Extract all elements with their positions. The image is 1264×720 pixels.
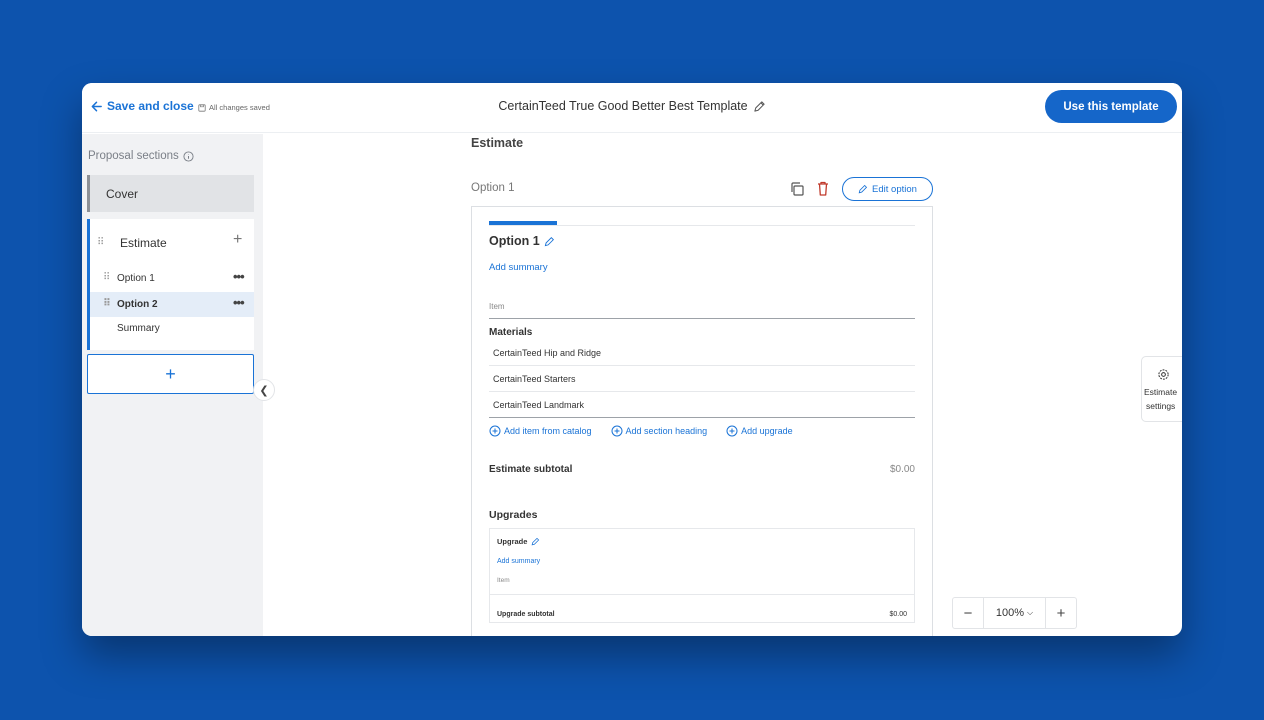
item-column-header: Item bbox=[489, 302, 505, 311]
drag-handle-icon[interactable]: ⠿ bbox=[103, 272, 110, 283]
option-title: Option 1 bbox=[489, 234, 555, 248]
add-section-heading-button[interactable]: Add section heading bbox=[611, 425, 708, 437]
upgrade-subtotal-value: $0.00 bbox=[889, 611, 907, 618]
edit-option-label: Edit option bbox=[872, 183, 917, 195]
summary-label: Summary bbox=[117, 323, 160, 334]
trash-icon[interactable] bbox=[815, 180, 831, 197]
add-summary-link[interactable]: Add summary bbox=[489, 262, 548, 273]
upgrade-title: Upgrade bbox=[497, 537, 540, 546]
more-options-icon[interactable]: ••• bbox=[233, 269, 245, 284]
material-name: CertainTeed Hip and Ridge bbox=[493, 348, 602, 358]
upgrade-item-header: Item bbox=[497, 577, 510, 584]
option-card: Option 1 Add summary Item Materials Cert… bbox=[471, 206, 933, 636]
upgrade-card: Upgrade Add summary Item Upgrade subtota… bbox=[489, 528, 915, 623]
upgrade-title-text: Upgrade bbox=[497, 537, 528, 546]
sidebar-title: Proposal sections bbox=[88, 150, 194, 162]
drag-handle-icon[interactable]: ⠿ bbox=[97, 237, 104, 248]
proposal-sections-sidebar: Proposal sections Cover ⠿ Estimate + ⠿ O… bbox=[82, 134, 263, 636]
plus-icon: + bbox=[165, 363, 176, 384]
zoom-in-button[interactable]: + bbox=[1046, 598, 1076, 628]
add-upgrade-button[interactable]: Add upgrade bbox=[726, 425, 793, 437]
plus-circle-icon bbox=[489, 425, 501, 437]
estimate-settings-label: Estimate settings bbox=[1144, 385, 1177, 413]
option-label: Option 1 bbox=[471, 182, 515, 194]
upgrades-heading: Upgrades bbox=[489, 509, 538, 521]
divider bbox=[490, 594, 914, 595]
add-section-button[interactable]: + bbox=[87, 354, 254, 394]
sidebar-title-text: Proposal sections bbox=[88, 150, 179, 162]
add-option-icon[interactable]: + bbox=[233, 231, 242, 249]
option-1-label: Option 1 bbox=[117, 273, 155, 284]
gear-icon bbox=[1158, 369, 1169, 380]
sidebar-section-estimate: ⠿ Estimate + ⠿ Option 1 ••• ⠿ Option 2 •… bbox=[87, 219, 254, 350]
top-bar: Save and close All changes saved Certain… bbox=[82, 83, 1182, 133]
estimate-subtotal-label: Estimate subtotal bbox=[489, 464, 573, 475]
divider bbox=[489, 225, 915, 226]
pencil-icon[interactable] bbox=[531, 537, 540, 546]
zoom-control: − 100% ⌵ + bbox=[952, 597, 1077, 629]
option-2-label: Option 2 bbox=[117, 299, 158, 310]
pencil-icon[interactable] bbox=[753, 100, 766, 113]
material-name: CertainTeed Landmark bbox=[493, 400, 585, 410]
zoom-level-value: 100% bbox=[995, 607, 1025, 619]
material-row[interactable]: CertainTeed Starters bbox=[489, 366, 915, 392]
chevron-down-icon: ⌵ bbox=[1027, 608, 1034, 617]
card-actions: Add item from catalog Add section headin… bbox=[489, 425, 793, 437]
plus-circle-icon bbox=[726, 425, 738, 437]
add-item-from-catalog-button[interactable]: Add item from catalog bbox=[489, 425, 592, 437]
info-icon[interactable] bbox=[183, 150, 194, 162]
zoom-level-select[interactable]: 100% ⌵ bbox=[983, 598, 1046, 628]
pencil-icon[interactable] bbox=[544, 236, 555, 247]
material-name: CertainTeed Starters bbox=[493, 374, 576, 384]
upgrade-subtotal-label: Upgrade subtotal bbox=[497, 611, 555, 618]
pencil-icon bbox=[858, 184, 868, 194]
zoom-out-button[interactable]: − bbox=[953, 598, 983, 628]
chevron-left-icon: ❮ bbox=[259, 384, 269, 397]
estimate-settings-button[interactable]: Estimate settings bbox=[1141, 356, 1182, 422]
sidebar-item-cover[interactable]: Cover bbox=[87, 175, 254, 212]
add-section-heading-label: Add section heading bbox=[625, 426, 708, 436]
sidebar-item-estimate[interactable]: ⠿ Estimate + bbox=[90, 219, 254, 267]
section-heading: Estimate bbox=[471, 136, 524, 150]
use-template-button[interactable]: Use this template bbox=[1045, 90, 1177, 123]
document-title: CertainTeed True Good Better Best Templa… bbox=[82, 99, 1182, 113]
plus-circle-icon bbox=[611, 425, 623, 437]
editor-window: Save and close All changes saved Certain… bbox=[82, 83, 1182, 636]
drag-handle-icon[interactable]: ⠿ bbox=[103, 298, 111, 309]
add-item-label: Add item from catalog bbox=[504, 426, 592, 436]
sidebar-item-option-1[interactable]: ⠿ Option 1 ••• bbox=[90, 266, 254, 291]
document-title-text: CertainTeed True Good Better Best Templa… bbox=[498, 99, 748, 113]
upgrade-add-summary-link[interactable]: Add summary bbox=[497, 558, 540, 565]
material-row[interactable]: CertainTeed Landmark bbox=[489, 392, 915, 418]
divider bbox=[489, 318, 915, 319]
cover-label: Cover bbox=[106, 186, 139, 201]
add-upgrade-label: Add upgrade bbox=[741, 426, 793, 436]
collapse-sidebar-button[interactable]: ❮ bbox=[253, 379, 275, 401]
estimate-label: Estimate bbox=[120, 236, 167, 250]
sidebar-item-summary[interactable]: Summary bbox=[90, 316, 254, 341]
edit-option-button[interactable]: Edit option bbox=[842, 177, 933, 201]
settings-line-2: settings bbox=[1146, 401, 1176, 411]
material-row[interactable]: CertainTeed Hip and Ridge bbox=[489, 340, 915, 366]
materials-heading: Materials bbox=[489, 327, 533, 338]
estimate-subtotal-value: $0.00 bbox=[889, 464, 915, 475]
settings-line-1: Estimate bbox=[1144, 387, 1178, 397]
option-title-text: Option 1 bbox=[489, 234, 540, 248]
more-options-icon[interactable]: ••• bbox=[233, 295, 245, 310]
sidebar-item-option-2[interactable]: ⠿ Option 2 ••• bbox=[90, 292, 254, 317]
duplicate-icon[interactable] bbox=[789, 181, 805, 197]
